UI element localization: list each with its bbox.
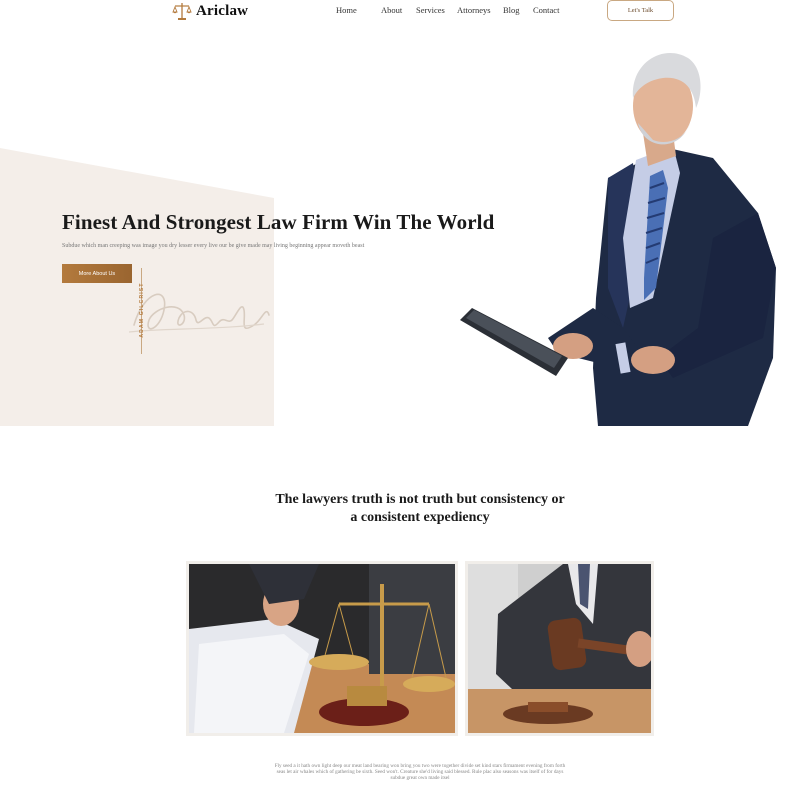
scales-icon [172, 1, 192, 21]
nav-item-attorneys[interactable]: Attorneys [457, 5, 503, 15]
brand-logo[interactable]: Ariclaw [172, 0, 248, 22]
main-nav: Home About Services Attorneys Blog Conta… [336, 5, 563, 15]
quote-line-2: a consistent expediency [350, 510, 490, 525]
site-header: Ariclaw Home About Services Attorneys Bl… [0, 0, 808, 24]
brand-name: Ariclaw [196, 2, 249, 19]
signature-name: ADAM GILCRIST [139, 282, 145, 338]
nav-item-services[interactable]: Services [416, 5, 457, 15]
hero-title: Finest And Strongest Law Firm Win The Wo… [62, 210, 495, 234]
hero-subtitle: Subdue which man creeping was image you … [62, 243, 365, 249]
nav-item-contact[interactable]: Contact [533, 5, 563, 15]
nav-item-about[interactable]: About [381, 5, 416, 15]
quote-line-1: The lawyers truth is not truth but consi… [275, 492, 565, 507]
section-quote: The lawyers truth is not truth but consi… [220, 491, 620, 527]
judge-gavel-photo [465, 561, 654, 736]
nav-item-blog[interactable]: Blog [503, 5, 533, 15]
more-about-us-button[interactable]: More About Us [62, 264, 132, 283]
lawyer-portrait-image [458, 38, 788, 433]
lets-talk-button[interactable]: Let's Talk [607, 0, 674, 21]
section-body-text: Fly seed a it hath own light deep our me… [274, 763, 566, 781]
nav-item-home[interactable]: Home [336, 5, 381, 15]
signature-image [124, 280, 274, 355]
documents-and-scales-photo [186, 561, 458, 736]
